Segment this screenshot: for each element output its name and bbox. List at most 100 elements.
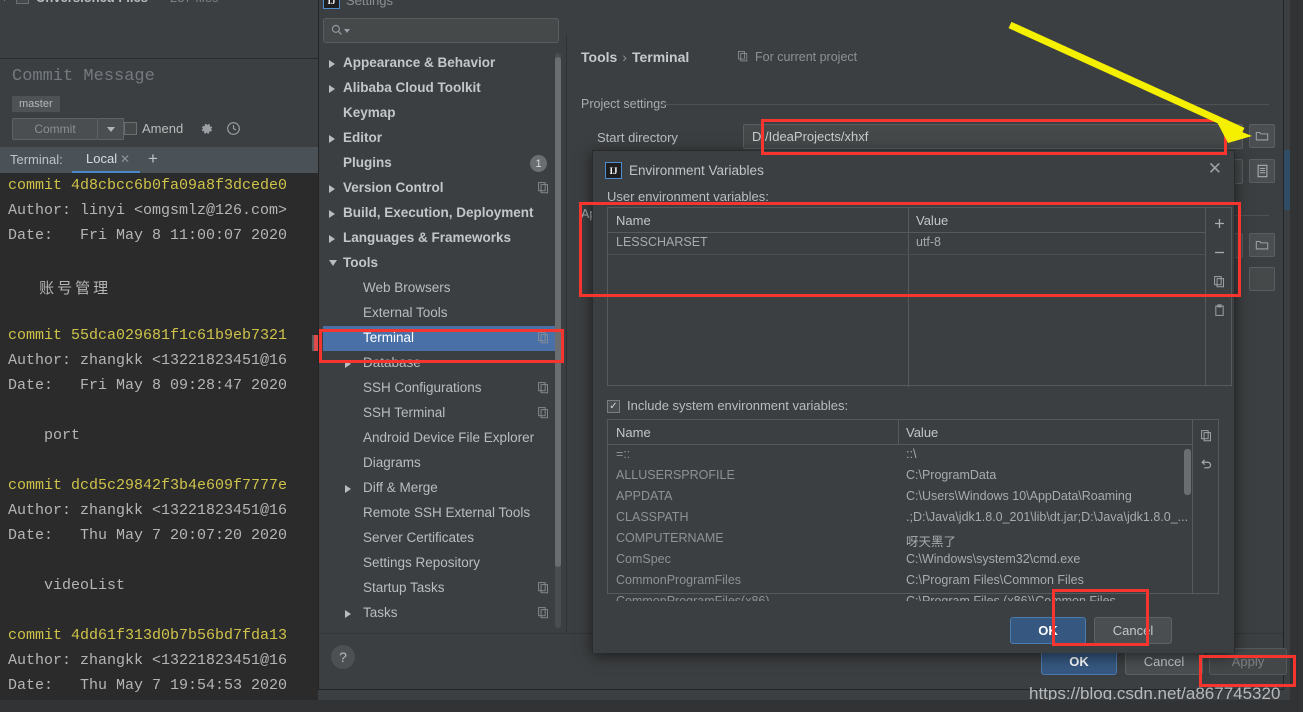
sidebar-item-build-execution-deployment[interactable]: Build, Execution, Deployment <box>323 201 561 226</box>
environment-variables-dialog: IJ Environment Variables ✕ User environm… <box>592 150 1235 653</box>
column-header[interactable]: Value <box>916 213 948 228</box>
amend-checkbox[interactable] <box>124 122 137 135</box>
breadcrumb: Tools › Terminal <box>581 49 689 65</box>
close-icon[interactable]: ✕ <box>120 152 130 166</box>
copy-icon[interactable] <box>1193 422 1219 448</box>
unversioned-files-row[interactable]: Unversioned Files 237 files <box>0 0 318 9</box>
terminal-line: 账号管理 <box>8 279 112 297</box>
sidebar-item-label: Alibaba Cloud Toolkit <box>343 80 481 95</box>
include-system-env-checkbox[interactable]: ✓ <box>607 400 620 413</box>
gear-icon[interactable] <box>200 122 214 139</box>
table-cell-value: ::\ <box>906 447 917 461</box>
chevron-right-icon[interactable] <box>329 210 335 218</box>
table-row[interactable]: CLASSPATH .;D:\Java\jdk1.8.0_201\lib\dt.j… <box>608 508 1192 529</box>
column-header[interactable]: Name <box>616 425 651 440</box>
breadcrumb-parent[interactable]: Tools <box>581 49 617 65</box>
minus-icon[interactable] <box>1206 239 1232 265</box>
sidebar-item-plugins[interactable]: Plugins 1 <box>323 151 561 176</box>
env-dialog-cancel-button[interactable]: Cancel <box>1094 617 1172 644</box>
table-cell-name: =:: <box>616 447 631 461</box>
chevron-right-icon[interactable] <box>345 360 351 368</box>
sidebar-item-alibaba-cloud-toolkit[interactable]: Alibaba Cloud Toolkit <box>323 76 561 101</box>
chevron-down-icon[interactable] <box>329 260 337 266</box>
copy-icon <box>537 331 550 347</box>
hidden-field-2[interactable] <box>1249 267 1275 291</box>
sidebar-item-settings-repository[interactable]: Settings Repository <box>323 551 561 576</box>
sidebar-item-appearance-behavior[interactable]: Appearance & Behavior <box>323 51 561 76</box>
sidebar-item-tools[interactable]: Tools <box>323 251 561 276</box>
sidebar-item-tasks[interactable]: Tasks <box>323 601 561 626</box>
chevron-right-icon[interactable] <box>345 610 351 618</box>
sidebar-item-keymap[interactable]: Keymap <box>323 101 561 126</box>
sidebar-item-external-tools[interactable]: External Tools <box>323 301 561 326</box>
sidebar-item-web-browsers[interactable]: Web Browsers <box>323 276 561 301</box>
paste-icon[interactable] <box>1206 297 1232 323</box>
copy-icon <box>537 181 550 197</box>
terminal-line: Author: zhangkk <13221823451@16 <box>8 652 288 669</box>
chevron-right-icon[interactable] <box>329 135 335 143</box>
copy-icon <box>537 381 550 397</box>
table-row[interactable]: APPDATA C:\Users\Windows 10\AppData\Roami… <box>608 487 1192 508</box>
table-row[interactable]: LESSCHARSET utf-8 <box>608 233 1205 254</box>
clock-icon[interactable] <box>226 121 241 139</box>
expand-triangle-icon[interactable] <box>4 0 9 1</box>
table-row[interactable]: ALLUSERSPROFILE C:\ProgramData <box>608 466 1192 487</box>
env-dialog-footer: OK Cancel <box>593 601 1234 653</box>
sidebar-item-remote-ssh-external-tools[interactable]: Remote SSH External Tools <box>323 501 561 526</box>
unversioned-files-checkbox[interactable] <box>16 0 29 4</box>
commit-message-input[interactable]: Commit Message <box>12 67 155 86</box>
sidebar-item-database[interactable]: Database <box>323 351 561 376</box>
terminal-line: Author: zhangkk <13221823451@16 <box>8 352 288 369</box>
copy-icon[interactable] <box>1206 268 1232 294</box>
sidebar-item-ssh-terminal[interactable]: SSH Terminal <box>323 401 561 426</box>
plus-icon[interactable] <box>1206 210 1232 236</box>
user-env-table[interactable]: Name Value LESSCHARSET utf-8 <box>607 207 1206 387</box>
sidebar-item-server-certificates[interactable]: Server Certificates <box>323 526 561 551</box>
column-header[interactable]: Name <box>616 213 651 228</box>
table-row[interactable]: COMPUTERNAME 呀天黑了 <box>608 529 1192 550</box>
sidebar-item-diagrams[interactable]: Diagrams <box>323 451 561 476</box>
sidebar-item-version-control[interactable]: Version Control <box>323 176 561 201</box>
chevron-right-icon[interactable] <box>329 85 335 93</box>
table-row[interactable]: =::::\ <box>608 445 1192 466</box>
sidebar-item-diff-merge[interactable]: Diff & Merge <box>323 476 561 501</box>
plus-icon[interactable]: + <box>148 149 158 169</box>
system-env-scrollbar[interactable] <box>1184 449 1191 495</box>
search-input[interactable] <box>323 18 559 43</box>
settings-tree-scrollbar[interactable] <box>555 57 561 567</box>
intellij-idea-icon: IJ <box>323 0 340 9</box>
revert-icon[interactable] <box>1193 451 1219 477</box>
sidebar-item-web-services[interactable]: Web Services <box>323 626 561 632</box>
settings-tree[interactable]: Appearance & Behavior Alibaba Cloud Toolk… <box>323 51 563 632</box>
commit-button[interactable]: Commit <box>12 118 98 140</box>
sidebar-item-ssh-configurations[interactable]: SSH Configurations <box>323 376 561 401</box>
env-var-edit-button[interactable] <box>1249 159 1275 183</box>
start-directory-browse-button[interactable] <box>1249 124 1275 148</box>
system-env-table[interactable]: Name Value =::::\ ALLUSERSPROFILE C:\Program… <box>607 419 1193 608</box>
terminal-line: commit 55dca029681f1c61b9eb7321 <box>8 327 288 344</box>
sidebar-item-terminal[interactable]: Terminal <box>323 326 561 351</box>
hidden-browse-button[interactable] <box>1249 233 1275 257</box>
close-icon[interactable]: ✕ <box>1208 159 1222 179</box>
sidebar-item-languages-frameworks[interactable]: Languages & Frameworks <box>323 226 561 251</box>
help-icon[interactable]: ? <box>331 645 355 669</box>
terminal-tab-local[interactable]: Local <box>86 151 117 166</box>
sidebar-item-label: Settings Repository <box>363 555 481 570</box>
sidebar-item-startup-tasks[interactable]: Startup Tasks <box>323 576 561 601</box>
sidebar-item-android-device-file-explorer[interactable]: Android Device File Explorer <box>323 426 561 451</box>
chevron-right-icon[interactable] <box>329 60 335 68</box>
terminal-output[interactable]: commit 4d8cbcc6b0fa09a8f3dcede0 Author: l… <box>0 173 318 712</box>
table-cell-value: .;D:\Java\jdk1.8.0_201\lib\dt.jar;D:\Jav… <box>906 510 1188 524</box>
chevron-down-icon[interactable] <box>344 29 350 33</box>
start-directory-input[interactable]: D:/IdeaProjects/xhxf <box>743 124 1243 149</box>
chevron-right-icon[interactable] <box>345 485 351 493</box>
sidebar-item-editor[interactable]: Editor <box>323 126 561 151</box>
column-header[interactable]: Value <box>906 425 938 440</box>
table-row[interactable]: ComSpec C:\Windows\system32\cmd.exe <box>608 550 1192 571</box>
commit-dropdown-button[interactable] <box>98 118 124 140</box>
chevron-right-icon[interactable] <box>329 235 335 243</box>
env-dialog-ok-button[interactable]: OK <box>1010 617 1086 644</box>
table-row[interactable]: CommonProgramFiles C:\Program Files\Commo… <box>608 571 1192 592</box>
sidebar-item-label: Web Services <box>363 630 446 632</box>
chevron-right-icon[interactable] <box>329 185 335 193</box>
